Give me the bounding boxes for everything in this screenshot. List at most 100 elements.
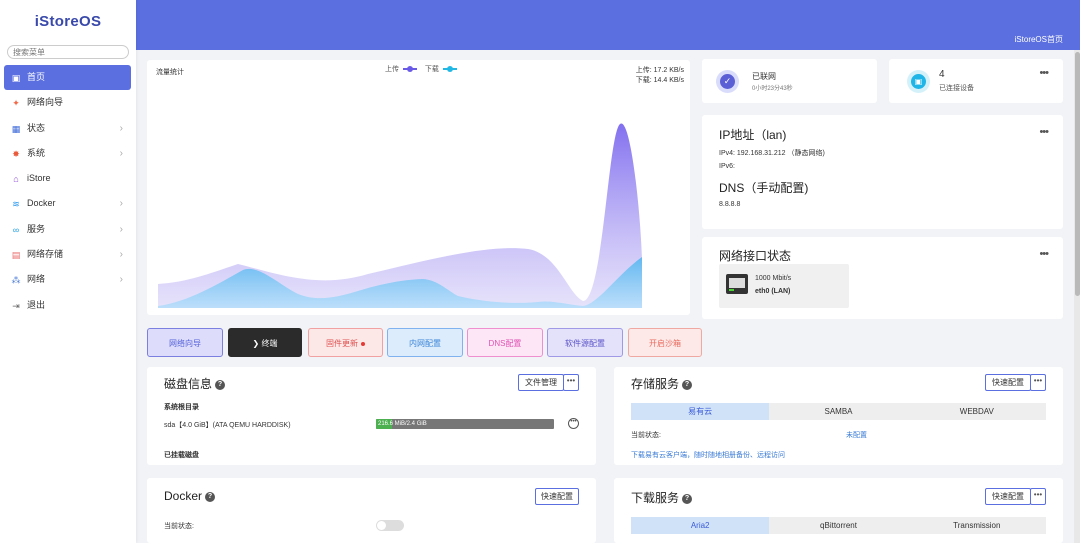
services-icon: ∞ [12, 224, 20, 235]
dns-config-button[interactable]: DNS配置 [467, 328, 543, 357]
ipv6-text: IPv6: [719, 163, 735, 170]
storage-title-row: 存储服务? [631, 375, 693, 392]
software-source-button[interactable]: 软件源配置 [547, 328, 623, 357]
chevron-right-icon: › [119, 147, 123, 159]
disk-usage-bar: 216.6 MiB/2.4 GiB [376, 419, 554, 429]
download-more-button[interactable]: ••• [1030, 488, 1046, 505]
dns-value: 8.8.8.8 [719, 201, 741, 208]
network-wizard-button[interactable]: 网络向导 [147, 328, 223, 357]
chevron-right-icon: › [119, 249, 123, 261]
docker-help-icon[interactable]: ? [205, 491, 216, 502]
sidebar-item-status[interactable]: ▦ 状态 › [4, 116, 131, 141]
docker-icon: ≋ [12, 199, 20, 210]
disk-more-button[interactable]: ••• [563, 374, 579, 391]
sidebar-item-network[interactable]: ⁂ 网络 › [4, 267, 131, 292]
chevron-right-icon: › [119, 223, 123, 235]
disk-options-icon[interactable]: ••• [568, 418, 579, 429]
lan-config-label: 内网配置 [409, 339, 441, 348]
disk-title-row: 磁盘信息? [164, 375, 226, 392]
tab-samba[interactable]: SAMBA [769, 403, 908, 420]
devices-icon: ▣ [907, 70, 930, 93]
sidebar-item-nas[interactable]: ▤ 网络存储 › [4, 242, 131, 267]
mounted-label: 已挂载磁盘 [164, 452, 199, 459]
docker-title-row: Docker? [164, 489, 216, 503]
ip-title: IP地址（lan) [719, 128, 787, 142]
page-scrollbar-thumb[interactable] [1075, 52, 1080, 296]
download-tabs: Aria2 qBittorrent Transmission [631, 517, 1046, 534]
storage-more-button[interactable]: ••• [1030, 374, 1046, 391]
storage-tabs: 易有云 SAMBA WEBDAV [631, 403, 1046, 420]
ipv4-text: IPv4: 192.168.31.212 （静态网络) [719, 150, 825, 157]
sidebar-item-label: 网络存储 [27, 249, 64, 260]
docker-quick-config-button[interactable]: 快速配置 [535, 488, 579, 505]
sidebar-item-system[interactable]: ✸ 系统 › [4, 141, 131, 166]
ports-card: 网络接口状态 ••• 1000 Mbit/s eth0 (LAN) [702, 237, 1063, 319]
traffic-legend: 上传 下载 [385, 64, 457, 74]
sidebar: iStoreOS 搜索菜单 ▣ 首页 ✦ 网络向导 ▦ 状态 › ✸ 系统 › ⌂ iStore ≋ Do… [0, 0, 136, 543]
sidebar-item-label: 网络向导 [27, 97, 64, 108]
ip-more-icon[interactable]: ••• [1039, 127, 1049, 138]
tab-qbittorrent[interactable]: qBittorrent [769, 517, 908, 534]
logout-icon: ⇥ [12, 300, 20, 311]
online-icon: ✓ [716, 70, 739, 93]
sidebar-item-label: 服务 [27, 223, 46, 234]
status-icon: ▦ [11, 123, 21, 134]
storage-download-link[interactable]: 下载易有云客户端，随时随地相册备份、远程访问 [631, 450, 785, 460]
update-dot-icon [361, 341, 365, 346]
storage-quick-config-button[interactable]: 快速配置 [985, 374, 1031, 391]
istoreos-home-link[interactable]: iStoreOS首页 [1015, 34, 1063, 45]
download-quick-config-button[interactable]: 快速配置 [985, 488, 1031, 505]
header: iStoreOS首页 [136, 0, 1080, 50]
sidebar-item-label: 首页 [27, 72, 46, 82]
sandbox-button[interactable]: 开启沙箱 [628, 328, 702, 357]
sidebar-item-store[interactable]: ⌂ iStore [4, 166, 131, 191]
wizard-icon: ✦ [12, 98, 20, 109]
disk-name: sda【4.0 GiB】(ATA QEMU HARDDISK) [164, 422, 291, 429]
logo: iStoreOS [34, 13, 102, 30]
nas-icon: ▤ [11, 250, 21, 261]
devices-card: ▣ 4 已连接设备 ••• [889, 59, 1063, 103]
sidebar-item-logout[interactable]: ⇥ 退出 [4, 293, 131, 318]
docker-card: Docker? 快速配置 当前状态: [147, 478, 596, 543]
port-eth0[interactable]: 1000 Mbit/s eth0 (LAN) [719, 264, 849, 308]
uptime-text: 0小时23分43秒 [752, 86, 793, 92]
devices-more-icon[interactable]: ••• [1039, 68, 1049, 79]
store-icon: ⌂ [13, 174, 19, 185]
dns-config-label: DNS配置 [488, 339, 522, 348]
firmware-update-label: 固件更新 [326, 339, 358, 348]
download-title: 下载服务 [631, 491, 680, 505]
lan-config-button[interactable]: 内网配置 [387, 328, 463, 357]
sidebar-item-wizard[interactable]: ✦ 网络向导 [4, 90, 131, 115]
firmware-update-button[interactable]: 固件更新 [308, 328, 383, 357]
docker-toggle[interactable] [376, 520, 404, 531]
ethernet-port-icon [726, 274, 748, 294]
disk-help-icon[interactable]: ? [215, 379, 226, 390]
sidebar-item-services[interactable]: ∞ 服务 › [4, 217, 131, 242]
docker-status-label: 当前状态: [164, 523, 194, 530]
tab-aria2[interactable]: Aria2 [631, 517, 770, 534]
download-help-icon[interactable]: ? [682, 493, 693, 504]
legend-upload-label: 上传 [385, 66, 399, 73]
software-source-label: 软件源配置 [565, 339, 605, 348]
tab-webdav[interactable]: WEBDAV [907, 403, 1046, 420]
sidebar-item-label: Docker [27, 198, 56, 209]
sidebar-item-home[interactable]: ▣ 首页 [4, 65, 131, 91]
legend-download-marker [442, 66, 457, 73]
storage-title: 存储服务 [631, 377, 680, 391]
ports-more-icon[interactable]: ••• [1039, 249, 1049, 260]
nav-menu: ▣ 首页 ✦ 网络向导 ▦ 状态 › ✸ 系统 › ⌂ iStore ≋ Docker › ∞ 服务 › ▤ 网络存储… [4, 65, 131, 318]
sandbox-label: 开启沙箱 [649, 339, 681, 348]
file-manager-button[interactable]: 文件管理 [518, 374, 564, 391]
search-input[interactable]: 搜索菜单 [7, 45, 129, 59]
traffic-chart [158, 123, 642, 308]
docker-title: Docker [164, 489, 203, 503]
sidebar-item-docker[interactable]: ≋ Docker › [4, 191, 131, 216]
dns-title: DNS（手动配置) [719, 181, 809, 195]
storage-help-icon[interactable]: ? [682, 379, 693, 390]
devices-count: 4 [939, 69, 945, 80]
network-icon: ⁂ [11, 275, 21, 286]
terminal-button[interactable]: ❯ 终端 [228, 328, 302, 357]
sidebar-item-label: 网络 [27, 274, 46, 285]
tab-transmission[interactable]: Transmission [907, 517, 1046, 534]
tab-istoreos-cloud[interactable]: 易有云 [631, 403, 770, 420]
